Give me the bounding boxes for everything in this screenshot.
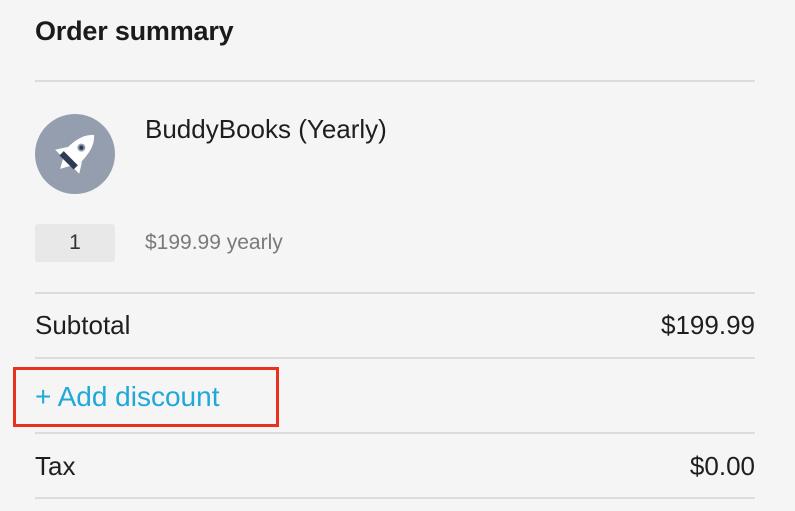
order-summary-title: Order summary — [35, 16, 234, 46]
subtotal-label: Subtotal — [35, 310, 131, 340]
product-name: BuddyBooks (Yearly) — [145, 114, 387, 144]
order-summary: Order summary BuddyBooks (Yearly) 1 $199… — [13, 0, 755, 511]
tax-value: $0.00 — [689, 451, 755, 481]
rocket-icon — [55, 134, 95, 174]
tax-label: Tax — [35, 451, 76, 481]
quantity-field[interactable]: 1 — [35, 224, 115, 262]
add-discount-link[interactable]: + Add discount — [35, 381, 219, 413]
divider — [35, 292, 755, 294]
subtotal-value: $199.99 — [661, 310, 755, 340]
divider — [35, 80, 755, 82]
divider — [35, 497, 755, 499]
product-price: $199.99 yearly — [145, 231, 283, 254]
product-avatar — [35, 114, 115, 194]
divider — [35, 357, 755, 359]
divider — [35, 432, 755, 434]
